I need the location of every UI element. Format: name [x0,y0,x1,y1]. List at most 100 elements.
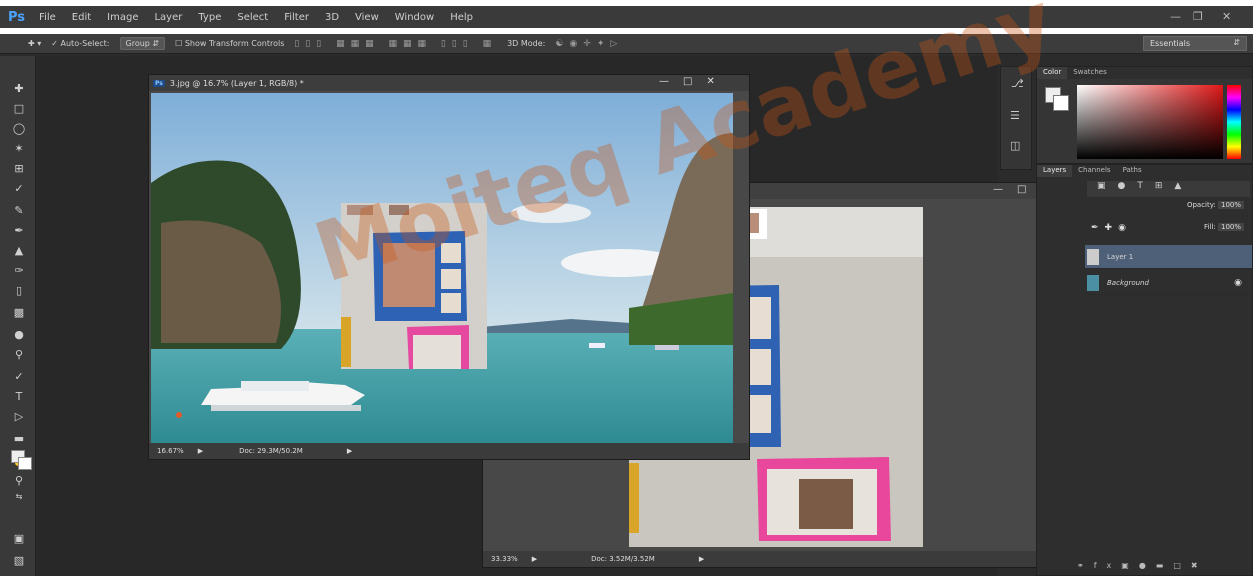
zoom-tool-icon[interactable]: ⚲ [11,474,27,488]
layers-footer-icons[interactable]: ⚭fx▣●▬□✖ [1077,561,1253,573]
lasso-tool-icon[interactable]: ◯ [11,122,27,136]
document-window-1: Ps 3.jpg @ 16.7% (Layer 1, RGB/8) * —□✕ [148,74,750,460]
document-2-status-arrow-icon[interactable]: ▶ [699,555,704,563]
document-2-export-icon[interactable]: ▶ [532,555,537,563]
color-field[interactable] [1077,85,1223,159]
opacity-row[interactable]: Opacity: 100% [1087,201,1250,217]
tab-color[interactable]: Color [1037,67,1068,79]
document-1-export-icon[interactable]: ▶ [198,447,203,455]
menu-3d[interactable]: 3D [325,12,339,23]
opacity-input[interactable]: 100% [1217,201,1244,209]
fill-row[interactable]: Fill: 100% [1087,223,1250,239]
app-minimize-icon[interactable]: — [1170,10,1181,23]
layer-name: Background [1107,278,1149,287]
marquee-tool-icon[interactable]: □ [11,102,27,116]
document-1-doc-size: Doc: 29.3M/50.2M [239,447,303,455]
menu-select[interactable]: Select [237,12,268,23]
menu-layer[interactable]: Layer [154,12,182,23]
dodge-tool-icon[interactable]: ⚲ [11,348,27,362]
crop-tool-icon[interactable]: ⊞ [11,162,27,176]
document-1-image [151,93,733,445]
menu-window[interactable]: Window [395,12,434,23]
menu-edit[interactable]: Edit [72,12,91,23]
options-bar: ✚ ▾ ✓ Auto-Select: Group ⇵ ☐ Show Transf… [0,34,1253,54]
document-1-status-bar: 16.67% ▶ Doc: 29.3M/50.2M ▶ [149,443,749,459]
swap-colors-icon[interactable]: ⇆ [11,490,27,504]
clone-stamp-icon[interactable]: ▲ [11,244,27,258]
collapsed-panels-column: ⎇ ☰ ◫ [1000,66,1032,170]
workspace-switcher[interactable]: Essentials ⇵ [1143,36,1247,51]
layers-panel: Layers Channels Paths ▣●T⊞▲ Opacity: 100… [1036,164,1253,576]
tab-swatches[interactable]: Swatches [1067,67,1112,79]
layer-filter-icons[interactable]: ▣●T⊞▲ [1087,181,1250,197]
color-background-swatch[interactable] [1053,95,1069,111]
opacity-label: Opacity: [1186,201,1216,209]
document-2-doc-size: Doc: 3.52M/3.52M [591,555,655,563]
healing-brush-icon[interactable]: ✎ [11,204,27,218]
eraser-icon[interactable]: ▯ [11,284,27,298]
move-tool-preset-icon[interactable]: ✚ ▾ [28,39,41,48]
blur-tool-icon[interactable]: ● [11,328,27,342]
fill-input[interactable]: 100% [1217,223,1244,231]
brush-tool-icon[interactable]: ✒ [11,224,27,238]
document-1-title: 3.jpg @ 16.7% (Layer 1, RGB/8) * [169,78,304,88]
group-select-value: Group [125,39,150,48]
move-tool-icon[interactable]: ✚ [11,82,27,96]
pen-tool-icon[interactable]: ✓ [11,370,27,384]
show-transform-label: Show Transform Controls [184,39,285,48]
document-2-zoom[interactable]: 33.33% [491,555,518,563]
workspace-label: Essentials [1150,39,1191,48]
group-select[interactable]: Group ⇵ [119,37,166,50]
layers-panel-tabs: Layers Channels Paths [1037,165,1252,177]
color-panel-tabs: Color Swatches [1037,67,1252,79]
layer-row-layer-1[interactable]: Layer 1 [1085,245,1252,269]
app-logo: Ps [8,9,26,25]
gradient-tool-icon[interactable]: ▩ [11,306,27,320]
path-select-icon[interactable]: ▷ [11,410,27,424]
menu-type[interactable]: Type [198,12,221,23]
document-1-window-buttons[interactable]: —□✕ [659,76,729,87]
type-tool-icon[interactable]: T [11,390,27,404]
menu-help[interactable]: Help [450,12,473,23]
menu-bar: Ps File Edit Image Layer Type Select Fil… [0,6,1253,28]
layer-thumbnail [1087,249,1099,265]
layer-thumbnail [1087,275,1099,291]
app-close-icon[interactable]: ✕ [1222,10,1231,23]
chevron-down-icon: ⇵ [1233,38,1240,47]
3d-mode-label: 3D Mode: [507,39,546,48]
history-brush-icon[interactable]: ✑ [11,264,27,278]
ps-doc-icon: Ps [153,79,165,87]
menu-view[interactable]: View [355,12,379,23]
auto-select-label: Auto-Select: [60,39,110,48]
tab-paths[interactable]: Paths [1117,165,1148,177]
magic-wand-icon[interactable]: ✶ [11,142,27,156]
layer-name: Layer 1 [1107,252,1134,261]
adjustments-icon[interactable]: ◫ [1010,139,1020,152]
align-icons[interactable]: ▯▯▯ ▦▦▦ ▦▦▦ ▯▯▯ ▦ [294,39,497,49]
app-restore-icon[interactable]: ❐ [1193,10,1203,23]
eyedropper-icon[interactable]: ✓ [11,182,27,196]
quick-mask-icon[interactable]: ▣ [11,532,27,546]
document-2-status-bar: 33.33% ▶ Doc: 3.52M/3.52M ▶ [483,551,1081,567]
tab-layers[interactable]: Layers [1037,165,1073,177]
3d-mode-icons[interactable]: ☯◉✛✦▷ [555,39,623,49]
tools-panel: ✚ □ ◯ ✶ ⊞ ✓ ✎ ✒ ▲ ✑ ▯ ▩ ● ⚲ ✓ T ▷ ▬ ✋ ⚲ … [0,56,36,576]
tab-channels[interactable]: Channels [1072,165,1116,177]
layer-row-background[interactable]: Background ◉ [1085,271,1252,295]
menu-filter[interactable]: Filter [284,12,309,23]
menu-file[interactable]: File [39,12,56,23]
menu-image[interactable]: Image [107,12,138,23]
fill-label: Fill: [1204,223,1216,231]
properties-icon[interactable]: ☰ [1010,109,1020,122]
hue-slider[interactable] [1227,85,1241,159]
document-1-status-arrow-icon[interactable]: ▶ [347,447,352,455]
color-panel: Color Swatches [1036,66,1253,164]
shape-tool-icon[interactable]: ▬ [11,432,27,446]
lock-icon: ◉ [1234,277,1242,288]
background-color-swatch[interactable] [18,457,32,470]
show-transform-checkbox[interactable]: ☐ Show Transform Controls [175,39,284,48]
history-icon[interactable]: ⎇ [1011,77,1024,90]
document-1-zoom[interactable]: 16.67% [157,447,184,455]
auto-select-checkbox[interactable]: ✓ Auto-Select: [51,39,109,48]
screen-mode-icon[interactable]: ▧ [11,554,27,568]
